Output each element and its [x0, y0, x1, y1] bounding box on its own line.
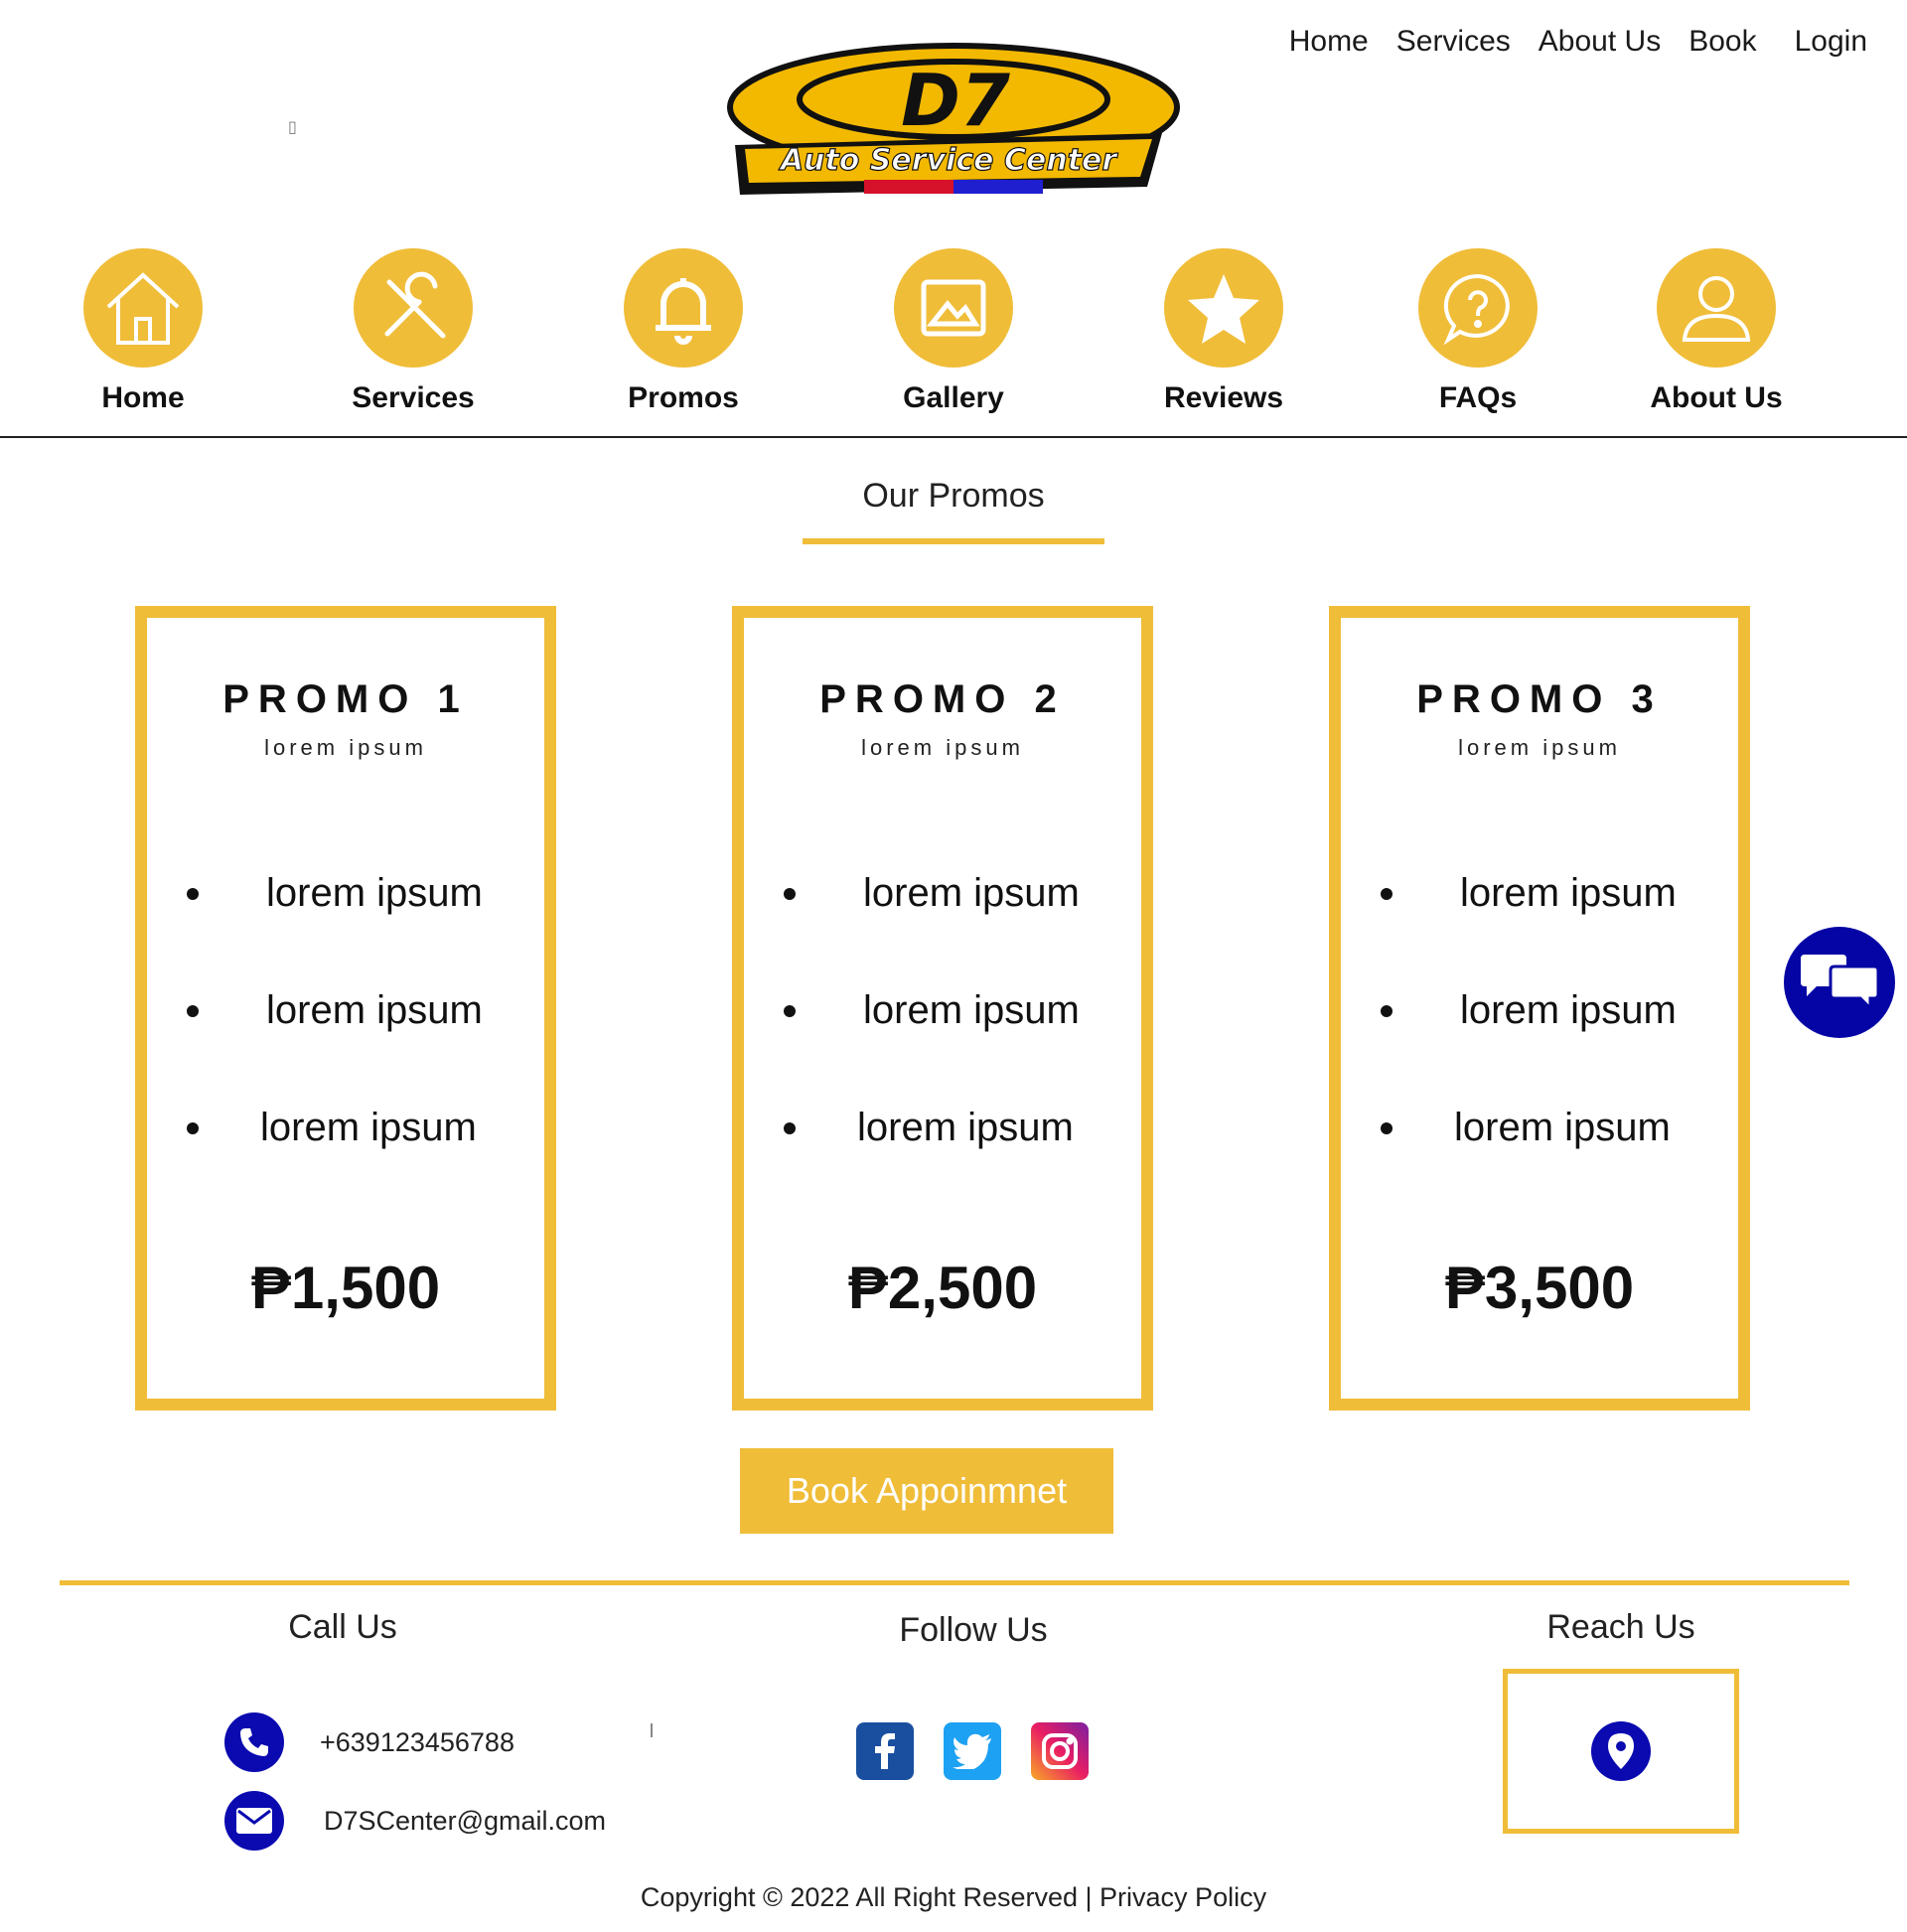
- category-gallery[interactable]: Gallery: [854, 248, 1053, 417]
- star-icon: [1164, 248, 1283, 368]
- promo-features: lorem ipsum lorem ipsum lorem ipsum: [784, 868, 1080, 1220]
- question-bubble-icon: [1418, 248, 1538, 368]
- promo-feature: lorem ipsum: [1381, 1103, 1677, 1220]
- mail-icon: [224, 1791, 284, 1851]
- category-services[interactable]: Services: [314, 248, 513, 417]
- category-home-label: Home: [101, 381, 185, 414]
- promo-feature: lorem ipsum: [784, 985, 1080, 1103]
- location-pin-icon: [1591, 1721, 1651, 1781]
- nav-services-link[interactable]: Services: [1396, 22, 1511, 62]
- phone-row: +639123456788: [224, 1712, 514, 1772]
- category-reviews-label: Reviews: [1163, 381, 1284, 414]
- promo-card-3: PROMO 3 lorem ipsum lorem ipsum lorem ip…: [1329, 606, 1750, 1411]
- promo-title: PROMO 2: [819, 677, 1066, 721]
- copyright-text: Copyright © 2022 All Right Reserved | Pr…: [640, 1882, 1267, 1912]
- category-home[interactable]: Home: [44, 248, 242, 417]
- promo-subtitle: lorem ipsum: [264, 735, 427, 760]
- tools-icon: [354, 248, 473, 368]
- promo-subtitle: lorem ipsum: [1458, 735, 1621, 760]
- promo-price: ₱3,500: [1444, 1255, 1635, 1321]
- category-faqs-label: FAQs: [1438, 381, 1518, 414]
- footer-divider: [60, 1580, 1849, 1585]
- promo-feature: lorem ipsum: [1381, 985, 1677, 1103]
- category-about-us[interactable]: About Us: [1617, 248, 1816, 417]
- promo-title: PROMO 1: [222, 677, 469, 721]
- promo-feature: lorem ipsum: [187, 985, 483, 1103]
- category-reviews[interactable]: Reviews: [1124, 248, 1323, 417]
- promo-card-1: PROMO 1 lorem ipsum lorem ipsum lorem ip…: [135, 606, 556, 1411]
- category-gallery-label: Gallery: [903, 381, 1004, 414]
- promo-price: ₱2,500: [847, 1255, 1038, 1321]
- category-faqs[interactable]: FAQs: [1379, 248, 1577, 417]
- section-title: Our Promos: [862, 477, 1045, 515]
- promo-feature: lorem ipsum: [187, 1103, 483, 1220]
- nav-login-link[interactable]: Login: [1795, 22, 1867, 62]
- user-icon: [1657, 248, 1776, 368]
- email-row: D7SCenter@gmail.com: [224, 1791, 606, 1851]
- phone-number[interactable]: +639123456788: [320, 1727, 514, 1758]
- category-services-label: Services: [352, 381, 475, 414]
- promo-features: lorem ipsum lorem ipsum lorem ipsum: [1381, 868, 1677, 1220]
- image-icon: [894, 248, 1013, 368]
- chat-icon: [1801, 955, 1880, 1012]
- text-cursor-mark: [651, 1723, 653, 1737]
- twitter-icon[interactable]: [944, 1722, 1001, 1780]
- email-address[interactable]: D7SCenter@gmail.com: [324, 1806, 606, 1837]
- section-underline: [803, 538, 1104, 544]
- category-nav: Home Services Promos Gallery Reviews FAQ…: [0, 248, 1907, 417]
- phone-icon: [224, 1712, 284, 1772]
- nav-about-link[interactable]: About Us: [1539, 22, 1661, 62]
- logo-brand-text: D7: [901, 59, 1010, 142]
- promo-card-2: PROMO 2 lorem ipsum lorem ipsum lorem ip…: [732, 606, 1153, 1411]
- promo-feature: lorem ipsum: [1381, 868, 1677, 985]
- promo-price: ₱1,500: [250, 1255, 441, 1321]
- facebook-icon[interactable]: [856, 1722, 914, 1780]
- promo-feature: lorem ipsum: [187, 868, 483, 985]
- promo-feature: lorem ipsum: [784, 868, 1080, 985]
- promo-features: lorem ipsum lorem ipsum lorem ipsum: [187, 868, 483, 1220]
- broken-image-icon: ▯: [288, 119, 297, 136]
- category-promos-label: Promos: [628, 381, 739, 414]
- site-logo[interactable]: D7 Auto Service Center: [725, 38, 1182, 207]
- bell-icon: [624, 248, 743, 368]
- reach-us-title: Reach Us: [1546, 1608, 1695, 1646]
- logo-tagline-text: Auto Service Center: [779, 143, 1119, 178]
- category-promos[interactable]: Promos: [584, 248, 783, 417]
- nav-home-link[interactable]: Home: [1289, 22, 1369, 62]
- chat-button[interactable]: [1784, 927, 1895, 1038]
- map-location-box[interactable]: [1503, 1669, 1739, 1834]
- nav-book-link[interactable]: Book: [1688, 22, 1756, 62]
- promo-feature: lorem ipsum: [784, 1103, 1080, 1220]
- house-icon: [83, 248, 203, 368]
- social-links: [856, 1722, 1089, 1780]
- instagram-icon[interactable]: [1031, 1722, 1089, 1780]
- call-us-title: Call Us: [288, 1608, 397, 1646]
- category-about-label: About Us: [1650, 381, 1783, 414]
- header-divider: [0, 436, 1907, 438]
- book-appointment-button[interactable]: Book Appoinmnet: [740, 1448, 1113, 1534]
- promo-title: PROMO 3: [1416, 677, 1663, 721]
- promo-subtitle: lorem ipsum: [861, 735, 1024, 760]
- follow-us-title: Follow Us: [899, 1611, 1048, 1649]
- top-nav: Home Services About Us Book Login: [1261, 22, 1867, 62]
